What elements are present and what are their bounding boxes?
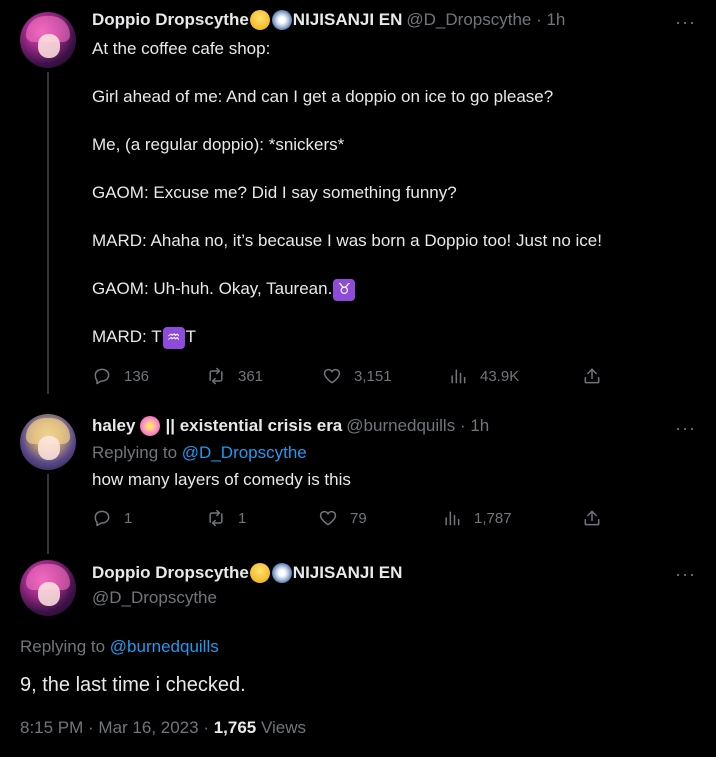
display-name[interactable]: Doppio Dropscythe (92, 563, 249, 583)
tweet-line: GAOM: Excuse me? Did I say something fun… (92, 183, 457, 202)
replying-to: Replying to @D_Dropscythe (92, 443, 307, 462)
timestamp[interactable]: 1h (546, 10, 565, 30)
badge-text: NIJISANJI EN (292, 563, 403, 582)
retweet-icon (209, 509, 223, 527)
tweet-line: Girl ahead of me: And can I get a doppio… (92, 87, 554, 106)
tweet-text: At the coffee cafe shop: Girl ahead of m… (92, 37, 602, 349)
views-label: Views (261, 718, 307, 737)
retweet-button[interactable]: 361 (206, 366, 263, 386)
tweet-text: 9, the last time i checked. (20, 674, 246, 696)
ferris-wheel-emoji-icon (271, 10, 292, 30)
avatar[interactable] (20, 414, 76, 470)
tweet-line (92, 61, 602, 85)
heart-icon (319, 510, 337, 526)
more-options-icon[interactable]: ··· (675, 564, 696, 585)
cherry-blossom-emoji-icon (140, 416, 161, 436)
reply-icon (94, 510, 110, 527)
views-count: 1,765 (213, 718, 257, 737)
reply-button[interactable]: 1 (92, 508, 132, 528)
separator: · (531, 10, 547, 29)
tweet-line (92, 301, 602, 325)
like-button[interactable]: 79 (318, 508, 367, 528)
views-button[interactable]: 43.9K (448, 366, 519, 386)
separator: · (455, 416, 471, 435)
retweet-button[interactable]: 1 (206, 508, 246, 528)
display-name-suffix[interactable]: || existential crisis era (165, 416, 342, 436)
tweet-line: Me, (a regular doppio): *snickers* (92, 135, 345, 154)
chick-emoji-icon (249, 563, 270, 583)
mention-link[interactable]: @burnedquills (110, 637, 219, 656)
avatar[interactable] (20, 560, 76, 616)
tweet-meta: 8:15 PM · Mar 16, 2023 · 1,765 Views (20, 718, 306, 738)
tweet-header: haley || existential crisis era @burnedq… (92, 416, 489, 436)
timestamp[interactable]: 1h (470, 416, 489, 436)
tweet-header: Doppio Dropscythe NIJISANJI EN @D_Dropsc… (92, 10, 565, 30)
views-button[interactable]: 1,787 (442, 508, 512, 528)
reply-button[interactable]: 136 (92, 366, 149, 386)
aquarius-emoji-icon: ♒ (162, 326, 185, 349)
tweet-line (92, 253, 602, 277)
display-name[interactable]: haley (92, 416, 135, 436)
tweet-line (92, 109, 602, 133)
share-button[interactable] (582, 508, 614, 528)
chick-emoji-icon (249, 10, 270, 30)
analytics-icon (451, 369, 466, 384)
tweet-line: MARD: Ahaha no, it’s because I was born … (92, 231, 602, 250)
tweet-line: MARD: T ♒ T (92, 325, 602, 349)
heart-icon (323, 368, 341, 384)
thread-line (47, 72, 49, 394)
share-button[interactable] (582, 366, 614, 386)
handle[interactable]: @D_Dropscythe (406, 10, 531, 30)
reply-icon (94, 368, 110, 385)
tweet-line: At the coffee cafe shop: (92, 39, 271, 58)
more-options-icon[interactable]: ··· (675, 12, 696, 33)
thread-line (47, 474, 49, 554)
tweet-line: GAOM: Uh-huh. Okay, Taurean. ♉ (92, 277, 602, 301)
tweet-header: Doppio Dropscythe NIJISANJI EN (92, 563, 402, 583)
timestamp[interactable]: 8:15 PM · Mar 16, 2023 · (20, 718, 209, 737)
replying-to: Replying to @burnedquills (20, 637, 219, 656)
handle[interactable]: @burnedquills (346, 416, 455, 436)
tweet-line (92, 205, 602, 229)
like-button[interactable]: 3,151 (322, 366, 392, 386)
handle[interactable]: @D_Dropscythe (92, 588, 217, 608)
share-icon (584, 510, 600, 526)
retweet-icon (209, 367, 223, 385)
share-icon (584, 368, 600, 384)
ferris-wheel-emoji-icon (271, 563, 292, 583)
avatar[interactable] (20, 12, 76, 68)
taurus-emoji-icon: ♉ (333, 278, 356, 301)
tweet-text: how many layers of comedy is this (92, 470, 351, 489)
more-options-icon[interactable]: ··· (675, 418, 696, 439)
tweet-line (92, 157, 602, 181)
mention-link[interactable]: @D_Dropscythe (182, 443, 307, 462)
analytics-icon (445, 511, 460, 526)
display-name[interactable]: Doppio Dropscythe (92, 10, 249, 30)
badge-text: NIJISANJI EN (292, 10, 403, 29)
